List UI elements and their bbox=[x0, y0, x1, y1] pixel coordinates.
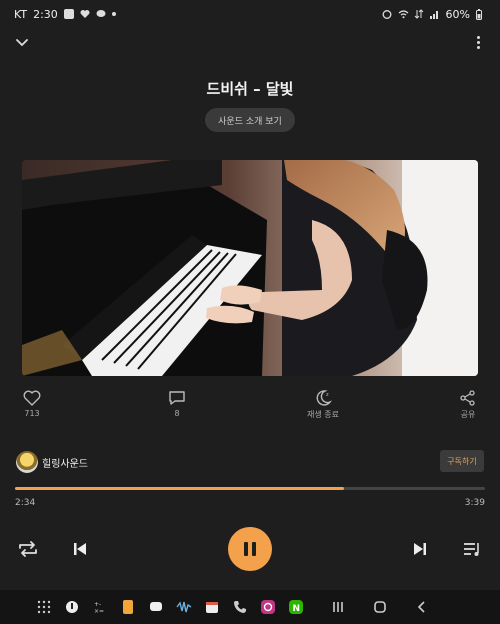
home-icon bbox=[374, 601, 386, 613]
taskbar-app-4[interactable] bbox=[146, 597, 166, 617]
battery-icon bbox=[476, 9, 486, 20]
status-left: KT 2:30 bbox=[14, 8, 116, 21]
comment-icon bbox=[169, 391, 185, 405]
player-top-bar bbox=[0, 30, 500, 56]
skip-previous-icon bbox=[74, 543, 86, 555]
taskbar-app-3[interactable] bbox=[118, 597, 138, 617]
track-actions: 713 8 z 재생 종료 공유 bbox=[0, 390, 500, 430]
comment-count: 8 bbox=[174, 409, 180, 418]
status-bar: KT 2:30 60% bbox=[0, 0, 500, 28]
like-count: 713 bbox=[24, 409, 40, 418]
pause-button[interactable] bbox=[228, 527, 272, 571]
carrier-label: KT bbox=[14, 7, 28, 21]
recents-icon bbox=[333, 602, 343, 612]
svg-text:+-: +- bbox=[94, 601, 101, 608]
grid-icon bbox=[37, 600, 51, 614]
moon-icon: z bbox=[316, 390, 332, 406]
piano-performance-image bbox=[22, 160, 478, 376]
gallery-icon bbox=[63, 9, 74, 19]
progress-fill bbox=[15, 487, 344, 490]
comment-button[interactable]: 8 bbox=[147, 390, 207, 418]
channel-name[interactable]: 힐링사운드 bbox=[42, 455, 88, 470]
status-right: 60% bbox=[382, 8, 486, 21]
signal-icon bbox=[429, 9, 440, 19]
next-button[interactable] bbox=[408, 537, 432, 561]
share-button[interactable]: 공유 bbox=[438, 390, 498, 420]
back-button[interactable] bbox=[412, 597, 432, 617]
taskbar-app-8[interactable] bbox=[258, 597, 278, 617]
chevron-down-icon bbox=[16, 39, 28, 47]
svg-text:N: N bbox=[293, 604, 301, 614]
notes-app-icon bbox=[123, 600, 133, 614]
taskbar-app-2[interactable]: +- ×= bbox=[90, 597, 110, 617]
taskbar-app-5[interactable] bbox=[174, 597, 194, 617]
subscribe-button[interactable]: 구독하기 bbox=[440, 450, 484, 472]
instagram-app-icon bbox=[261, 600, 275, 614]
channel-row: 힐링사운드 구독하기 bbox=[0, 448, 500, 476]
taskbar-app-7[interactable] bbox=[230, 597, 250, 617]
like-button[interactable]: 713 bbox=[2, 390, 62, 418]
sound-intro-button[interactable]: 사운드 소개 보기 bbox=[205, 108, 295, 132]
track-title: 드비쉬 – 달빛 bbox=[206, 80, 294, 98]
repeat-icon bbox=[19, 541, 37, 557]
share-label: 공유 bbox=[460, 410, 476, 419]
total-time: 3:39 bbox=[464, 498, 485, 508]
back-icon bbox=[417, 601, 425, 613]
chat-notification-icon bbox=[96, 9, 106, 19]
calculator-app-icon: +-×= bbox=[94, 601, 104, 614]
video-artwork[interactable] bbox=[22, 160, 478, 376]
clock-label: 2:30 bbox=[33, 7, 58, 21]
sleep-timer-button[interactable]: z 재생 종료 bbox=[293, 390, 353, 420]
heart-icon bbox=[23, 390, 41, 406]
info-app-icon bbox=[66, 601, 78, 613]
wifi-icon bbox=[398, 9, 408, 19]
app-drawer-button[interactable] bbox=[34, 597, 54, 617]
svg-text:×=: ×= bbox=[94, 608, 104, 614]
sleep-label: 재생 종료 bbox=[307, 410, 339, 419]
collapse-player-button[interactable] bbox=[12, 32, 32, 52]
taskbar-app-1[interactable] bbox=[62, 597, 82, 617]
messages-app-icon bbox=[150, 602, 162, 611]
share-icon bbox=[460, 390, 475, 406]
pause-icon bbox=[244, 542, 248, 556]
playlist-button[interactable] bbox=[460, 537, 484, 561]
progress-slider[interactable] bbox=[15, 487, 485, 490]
more-notifications-dot bbox=[111, 12, 116, 16]
alarm-icon bbox=[382, 9, 392, 19]
playback-controls bbox=[0, 525, 500, 573]
previous-button[interactable] bbox=[68, 537, 92, 561]
more-vert-icon-dot bbox=[476, 35, 480, 39]
heart-notification-icon bbox=[80, 9, 90, 19]
more-options-button[interactable] bbox=[468, 32, 488, 52]
recent-apps-button[interactable] bbox=[328, 597, 348, 617]
naver-app-icon: N bbox=[289, 600, 303, 614]
taskbar-app-6[interactable] bbox=[202, 597, 222, 617]
audio-app-icon bbox=[176, 601, 192, 613]
battery-percent: 60% bbox=[445, 7, 470, 21]
skip-next-icon bbox=[414, 543, 426, 555]
svg-text:z: z bbox=[326, 392, 329, 398]
calendar-app-icon bbox=[206, 602, 218, 613]
system-navbar: +- ×= N bbox=[0, 590, 500, 624]
data-icon bbox=[414, 9, 424, 19]
channel-avatar[interactable] bbox=[16, 451, 38, 473]
playlist-icon bbox=[464, 543, 479, 556]
current-time: 2:34 bbox=[15, 498, 36, 508]
repeat-button[interactable] bbox=[16, 537, 40, 561]
phone-app-icon bbox=[234, 601, 246, 613]
taskbar-app-9[interactable]: N bbox=[286, 597, 306, 617]
home-button[interactable] bbox=[370, 597, 390, 617]
